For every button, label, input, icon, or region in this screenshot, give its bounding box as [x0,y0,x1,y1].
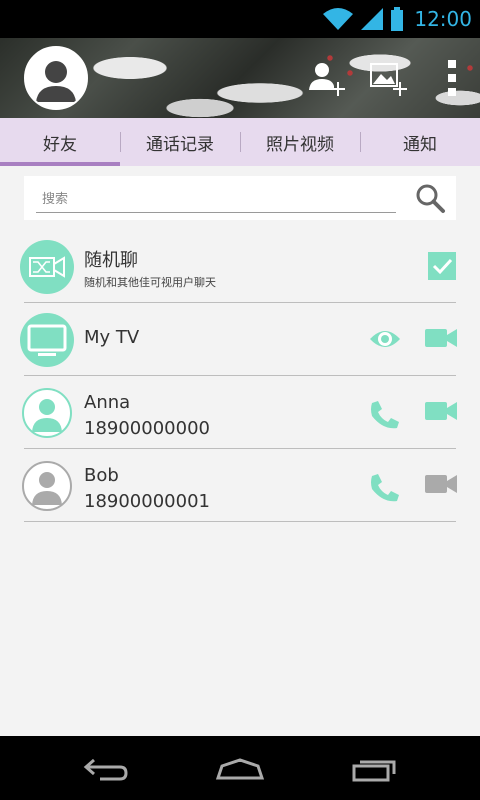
add-contact-button[interactable] [306,60,346,104]
list-item-my-tv[interactable]: My TV [20,303,458,376]
checkmark-icon [432,258,453,275]
list-item-contact[interactable]: Bob 18900000001 [22,449,458,522]
overflow-menu-button[interactable] [444,58,460,102]
search-input[interactable] [36,187,396,213]
battery-icon [391,7,404,31]
list-item-random-chat[interactable]: 随机聊 随机和其他佳可视用户聊天 [20,230,456,303]
add-photo-icon [370,63,407,96]
contact-name: My TV [84,327,140,348]
tab-call-log[interactable]: 通话记录 [120,118,240,166]
search-icon[interactable] [414,182,446,214]
video-call-button[interactable] [424,327,458,353]
tab-photos-videos[interactable]: 照片视频 [240,118,360,166]
eye-icon [370,331,400,347]
contact-avatar [22,461,72,511]
add-photo-button[interactable] [368,60,408,104]
tab-friends[interactable]: 好友 [0,118,120,166]
back-button[interactable] [82,756,130,786]
random-chat-avatar [20,240,74,294]
video-call-button[interactable] [424,400,458,426]
random-chat-checkbox[interactable] [428,252,456,280]
video-call-icon [425,475,457,493]
add-contact-icon [309,63,345,96]
contact-name: Anna [84,392,131,413]
view-button[interactable] [368,325,402,357]
tab-bar: 好友 通话记录 照片视频 通知 [0,118,480,166]
user-avatar[interactable] [24,46,88,110]
contact-phone: 18900000000 [84,418,210,439]
home-icon [215,758,265,780]
contact-name: Bob [84,465,119,486]
tab-label: 通知 [403,134,437,155]
contact-subtitle: 随机和其他佳可视用户聊天 [84,276,216,289]
contact-name: 随机聊 [84,250,138,271]
voice-call-button[interactable] [368,398,402,436]
status-icons: 12:00 [322,0,472,38]
list-item-contact[interactable]: Anna 18900000000 [22,376,458,449]
signal-icon [361,8,384,30]
user-icon [32,399,62,432]
recent-apps-icon [352,760,396,782]
video-call-icon [425,329,457,347]
contact-list: 随机聊 随机和其他佳可视用户聊天 My TV Anna 18900000000 … [0,230,480,522]
recent-apps-button[interactable] [350,756,400,786]
tab-notifications[interactable]: 通知 [360,118,480,166]
voice-call-button[interactable] [368,471,402,509]
shuffle-video-icon [29,256,65,278]
user-icon [32,472,62,505]
contacts-panel: 随机聊 随机和其他佳可视用户聊天 My TV [0,166,480,736]
phone-icon [371,401,399,429]
home-button[interactable] [214,756,266,786]
wifi-icon [323,8,354,30]
status-bar: 12:00 [0,0,480,38]
status-time: 12:00 [414,7,472,31]
tv-icon [27,324,67,356]
video-call-button[interactable] [424,473,458,499]
tab-label: 好友 [43,134,77,155]
contact-avatar [22,388,72,438]
tab-label: 照片视频 [266,134,334,155]
phone-icon [371,474,399,502]
profile-header [0,38,480,118]
video-call-icon [425,402,457,420]
tab-label: 通话记录 [146,134,214,155]
tv-avatar [20,313,74,367]
contact-phone: 18900000001 [84,491,210,512]
search-bar [24,176,456,220]
user-avatar-icon [36,61,76,102]
overflow-menu-icon [448,60,456,96]
system-nav-bar [0,736,480,800]
back-icon [83,758,128,781]
